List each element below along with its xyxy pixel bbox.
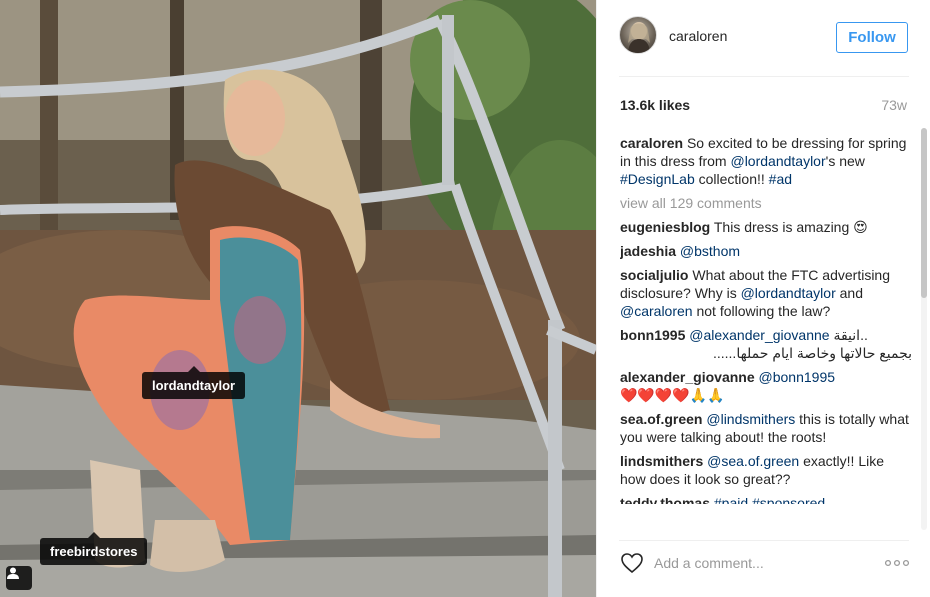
footer-divider [619, 540, 909, 541]
post-header: caraloren Follow [597, 0, 930, 76]
comments-scrollbar[interactable] [921, 128, 927, 530]
tag-label: freebirdstores [50, 544, 138, 559]
add-comment-input[interactable] [654, 552, 874, 574]
mention-link[interactable]: @bonn1995 [759, 369, 836, 385]
more-options-icon[interactable] [883, 555, 911, 571]
view-all-comments-link[interactable]: view all 129 comments [620, 194, 912, 212]
scrollbar-thumb[interactable] [921, 128, 927, 298]
post-side-panel: caraloren Follow 13.6k likes 73w caralor… [596, 0, 930, 597]
comment-item: teddy.thomas #paid #sponsored [620, 494, 912, 504]
hashtag-link[interactable]: #ad [769, 171, 792, 187]
comment-username[interactable]: caraloren [620, 135, 683, 151]
heart-icon[interactable] [620, 552, 644, 574]
post-age[interactable]: 73w [881, 97, 907, 113]
product-tag-freebirdstores[interactable]: freebirdstores [40, 532, 148, 565]
hashtag-link[interactable]: #DesignLab [620, 171, 695, 187]
comment-item: lindsmithers @sea.of.green exactly!! Lik… [620, 452, 912, 488]
comment-text: not following the law? [692, 303, 831, 319]
comment-text: انيقة.. [829, 327, 868, 343]
comment-item: bonn1995 @alexander_giovanne انيقة.. بجم… [620, 326, 912, 362]
post-author-username[interactable]: caraloren [669, 28, 727, 44]
mention-link[interactable]: @lordandtaylor [730, 153, 825, 169]
hashtag-link[interactable]: #paid #sponsored [714, 495, 825, 504]
photo-illustration [0, 0, 596, 597]
product-tag-lordandtaylor[interactable]: lordandtaylor [142, 366, 246, 399]
comment-username[interactable]: lindsmithers [620, 453, 703, 469]
mention-link[interactable]: @caraloren [620, 303, 693, 319]
comment-text: This dress is amazing 😍 [713, 219, 868, 235]
user-tag-icon[interactable] [6, 566, 32, 590]
avatar-image [628, 22, 650, 53]
comment-username[interactable]: sea.of.green [620, 411, 702, 427]
comment-item: socialjulio What about the FTC advertisi… [620, 266, 912, 320]
mention-link[interactable]: @alexander_giovanne [689, 327, 829, 343]
comment-item: sea.of.green @lindsmithers this is total… [620, 410, 912, 446]
comment-username[interactable]: alexander_giovanne [620, 369, 755, 385]
mention-link[interactable]: @sea.of.green [707, 453, 799, 469]
comment-username[interactable]: bonn1995 [620, 327, 685, 343]
comment-text: and [835, 285, 863, 301]
follow-button[interactable]: Follow [836, 22, 908, 53]
comment-item: jadeshia @bsthom [620, 242, 912, 260]
avatar[interactable] [619, 16, 657, 54]
comment-item: eugeniesblog This dress is amazing 😍 [620, 218, 912, 236]
caption-text: 's new [825, 153, 865, 169]
comments-list: caraloren So excited to be dressing for … [620, 134, 912, 528]
header-divider [619, 76, 909, 77]
tag-label: lordandtaylor [152, 378, 236, 393]
mention-link[interactable]: @lordandtaylor [741, 285, 836, 301]
comment-username[interactable]: teddy.thomas [620, 495, 710, 504]
comment-text-arabic: بجميع حالاتها وخاصة ايام حملها...... [712, 345, 912, 361]
comment-emoji-text: ❤️❤️❤️❤️🙏🙏 [620, 387, 725, 403]
person-glyph [7, 567, 19, 579]
comment-item: alexander_giovanne @bonn1995 ❤️❤️❤️❤️🙏🙏 [620, 368, 912, 404]
mention-link[interactable]: @bsthom [680, 243, 740, 259]
likes-count[interactable]: 13.6k likes [620, 97, 690, 113]
post-photo[interactable]: lordandtaylor freebirdstores [0, 0, 596, 597]
comment-username[interactable]: socialjulio [620, 267, 688, 283]
comment-username[interactable]: jadeshia [620, 243, 676, 259]
mention-link[interactable]: @lindsmithers [706, 411, 795, 427]
three-dots [884, 559, 910, 567]
heart-outline [621, 553, 643, 574]
comment-username[interactable]: eugeniesblog [620, 219, 710, 235]
caption: caraloren So excited to be dressing for … [620, 134, 912, 188]
caption-text: collection!! [694, 171, 769, 187]
